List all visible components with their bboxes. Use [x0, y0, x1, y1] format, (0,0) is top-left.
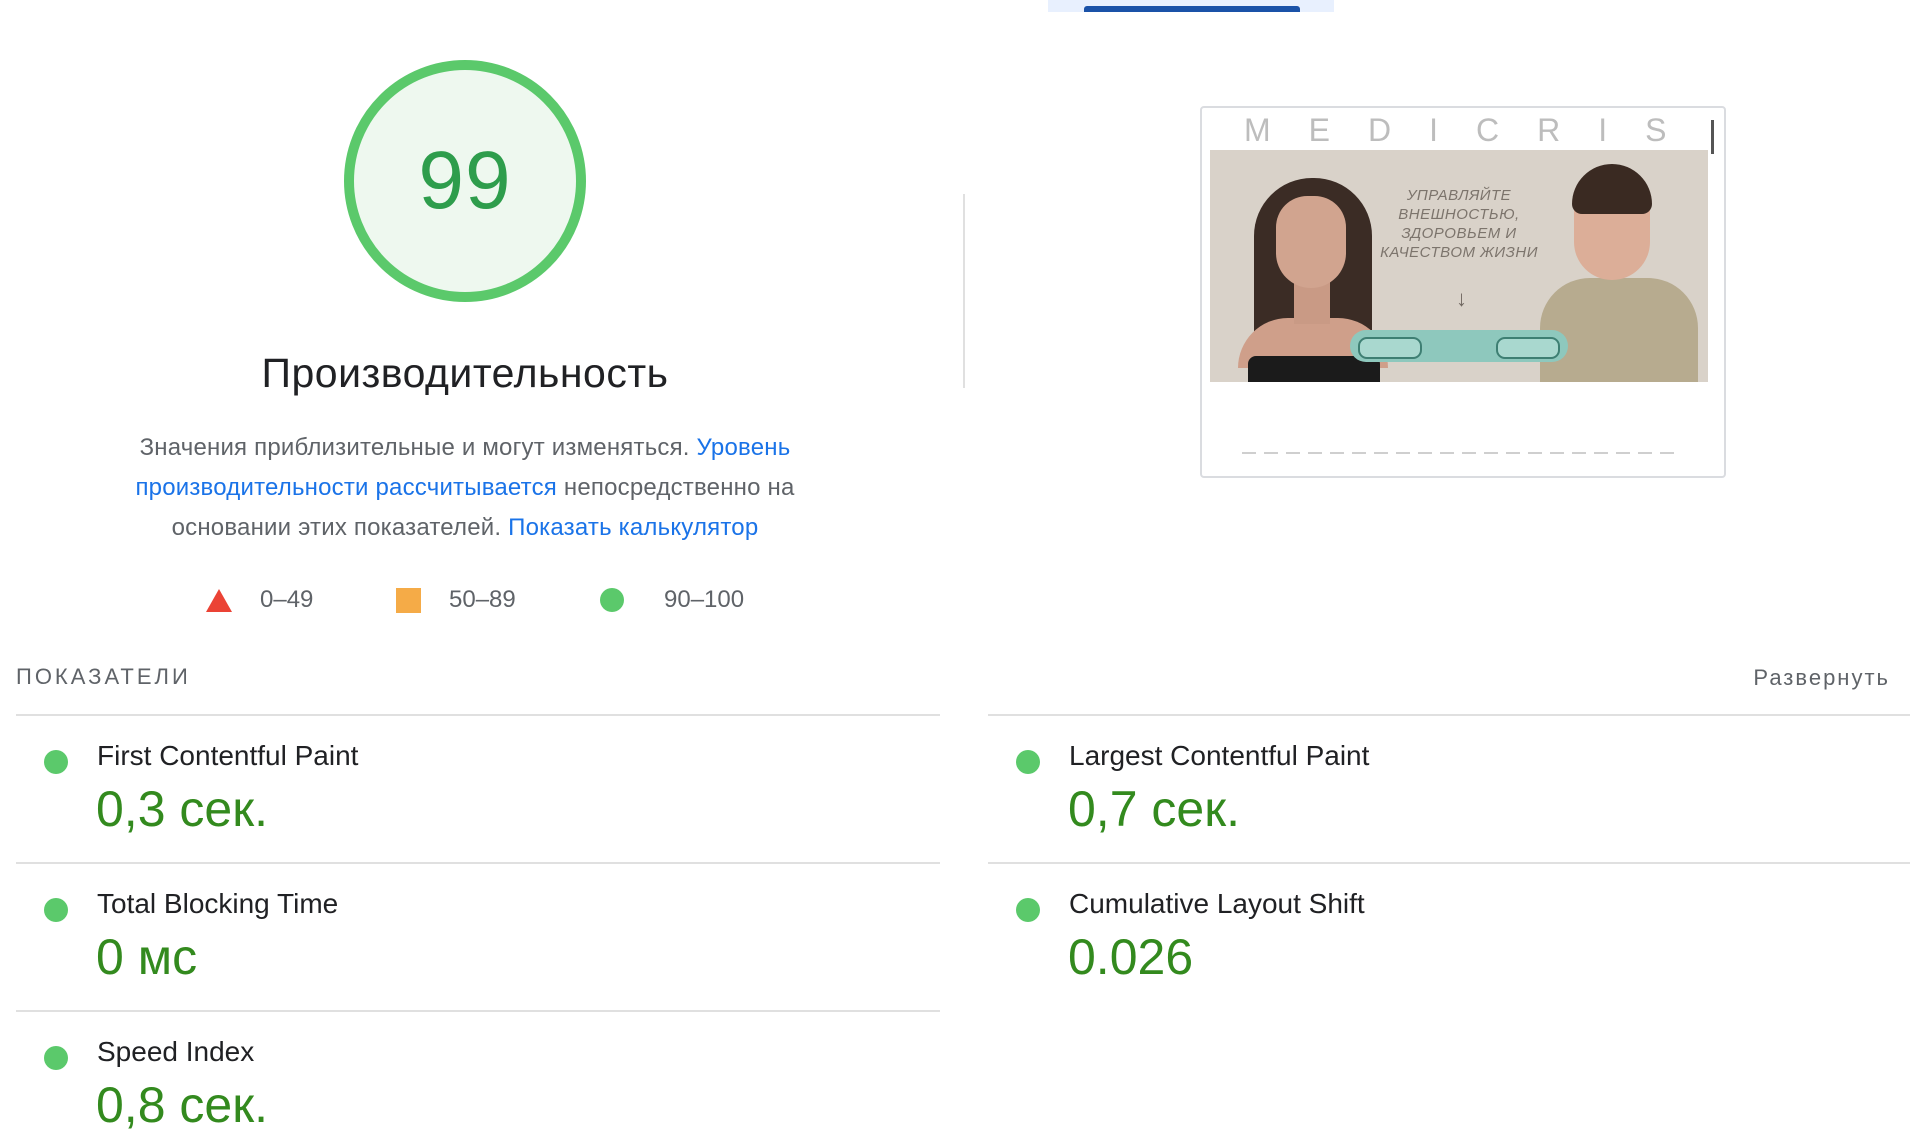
- vertical-divider: [963, 194, 965, 388]
- divider-left-2: [16, 862, 940, 864]
- hero-cta-bar: [1350, 330, 1568, 362]
- metric-name: Cumulative Layout Shift: [1069, 888, 1365, 919]
- metric-name: Speed Index: [97, 1036, 255, 1067]
- legend-label-fail: 0–49: [260, 586, 314, 613]
- legend-label-average: 50–89: [449, 586, 516, 613]
- pass-circle-icon: [1016, 750, 1040, 774]
- woman-figure-face: [1276, 196, 1346, 288]
- hero-button-men: [1496, 337, 1560, 359]
- legend-item-average: 50–89: [396, 586, 516, 614]
- legend-label-pass: 90–100: [664, 586, 745, 613]
- hero-banner: УПРАВЛЯЙТЕ ВНЕШНОСТЬЮ, ЗДОРОВЬЕМ И КАЧЕС…: [1210, 150, 1708, 382]
- divider-left-3: [16, 1010, 940, 1012]
- performance-description: Значения приблизительные и могут изменят…: [110, 428, 820, 548]
- page-screenshot-thumbnail[interactable]: MEDICRIS УПРАВЛЯЙТЕ ВНЕШНОСТЬЮ, ЗДОРОВЬЕ…: [1200, 106, 1726, 478]
- thumbnail-scrollbar: [1711, 120, 1714, 154]
- metric-name: Largest Contentful Paint: [1069, 740, 1370, 771]
- pass-circle-icon: [44, 750, 68, 774]
- hero-button-women: [1358, 337, 1422, 359]
- performance-title: Производительность: [261, 350, 669, 396]
- pass-circle-icon: [44, 1046, 68, 1070]
- square-icon: [396, 587, 421, 613]
- man-figure-body: [1540, 278, 1698, 382]
- metric-value: 0,8 сек.: [96, 1077, 268, 1133]
- show-calculator-link[interactable]: Показать калькулятор: [508, 514, 758, 541]
- description-text-1: Значения приблизительные и могут изменят…: [139, 434, 697, 461]
- pass-circle-icon: [1016, 898, 1040, 922]
- metric-name: First Contentful Paint: [97, 740, 359, 771]
- divider-right-1: [988, 714, 1910, 716]
- expand-toggle[interactable]: Развернуть: [1753, 665, 1890, 691]
- triangle-icon: [206, 588, 232, 612]
- legend-item-fail: 0–49: [206, 586, 313, 614]
- metric-value: 0,7 сек.: [1068, 781, 1240, 837]
- circle-icon: [600, 588, 624, 612]
- metric-value: 0 мс: [96, 929, 198, 985]
- top-tab-strip: [1048, 0, 1334, 12]
- metric-value: 0.026: [1068, 929, 1194, 985]
- metric-value: 0,3 сек.: [96, 781, 268, 837]
- pass-circle-icon: [44, 898, 68, 922]
- thumbnail-footer-nav: [1242, 452, 1682, 454]
- performance-score: 99: [418, 135, 512, 226]
- active-tab-indicator[interactable]: [1084, 6, 1300, 12]
- metric-name: Total Blocking Time: [97, 888, 339, 919]
- legend-item-pass: 90–100: [600, 586, 744, 614]
- metrics-heading: ПОКАЗАТЕЛИ: [16, 664, 191, 689]
- man-figure-hair: [1572, 164, 1652, 214]
- hero-headline: УПРАВЛЯЙТЕ ВНЕШНОСТЬЮ, ЗДОРОВЬЕМ И КАЧЕС…: [1380, 187, 1538, 261]
- divider-left-1: [16, 714, 940, 716]
- site-logo: MEDICRIS: [1244, 112, 1705, 148]
- arrow-down-icon: ↓: [1456, 286, 1467, 311]
- divider-right-2: [988, 862, 1910, 864]
